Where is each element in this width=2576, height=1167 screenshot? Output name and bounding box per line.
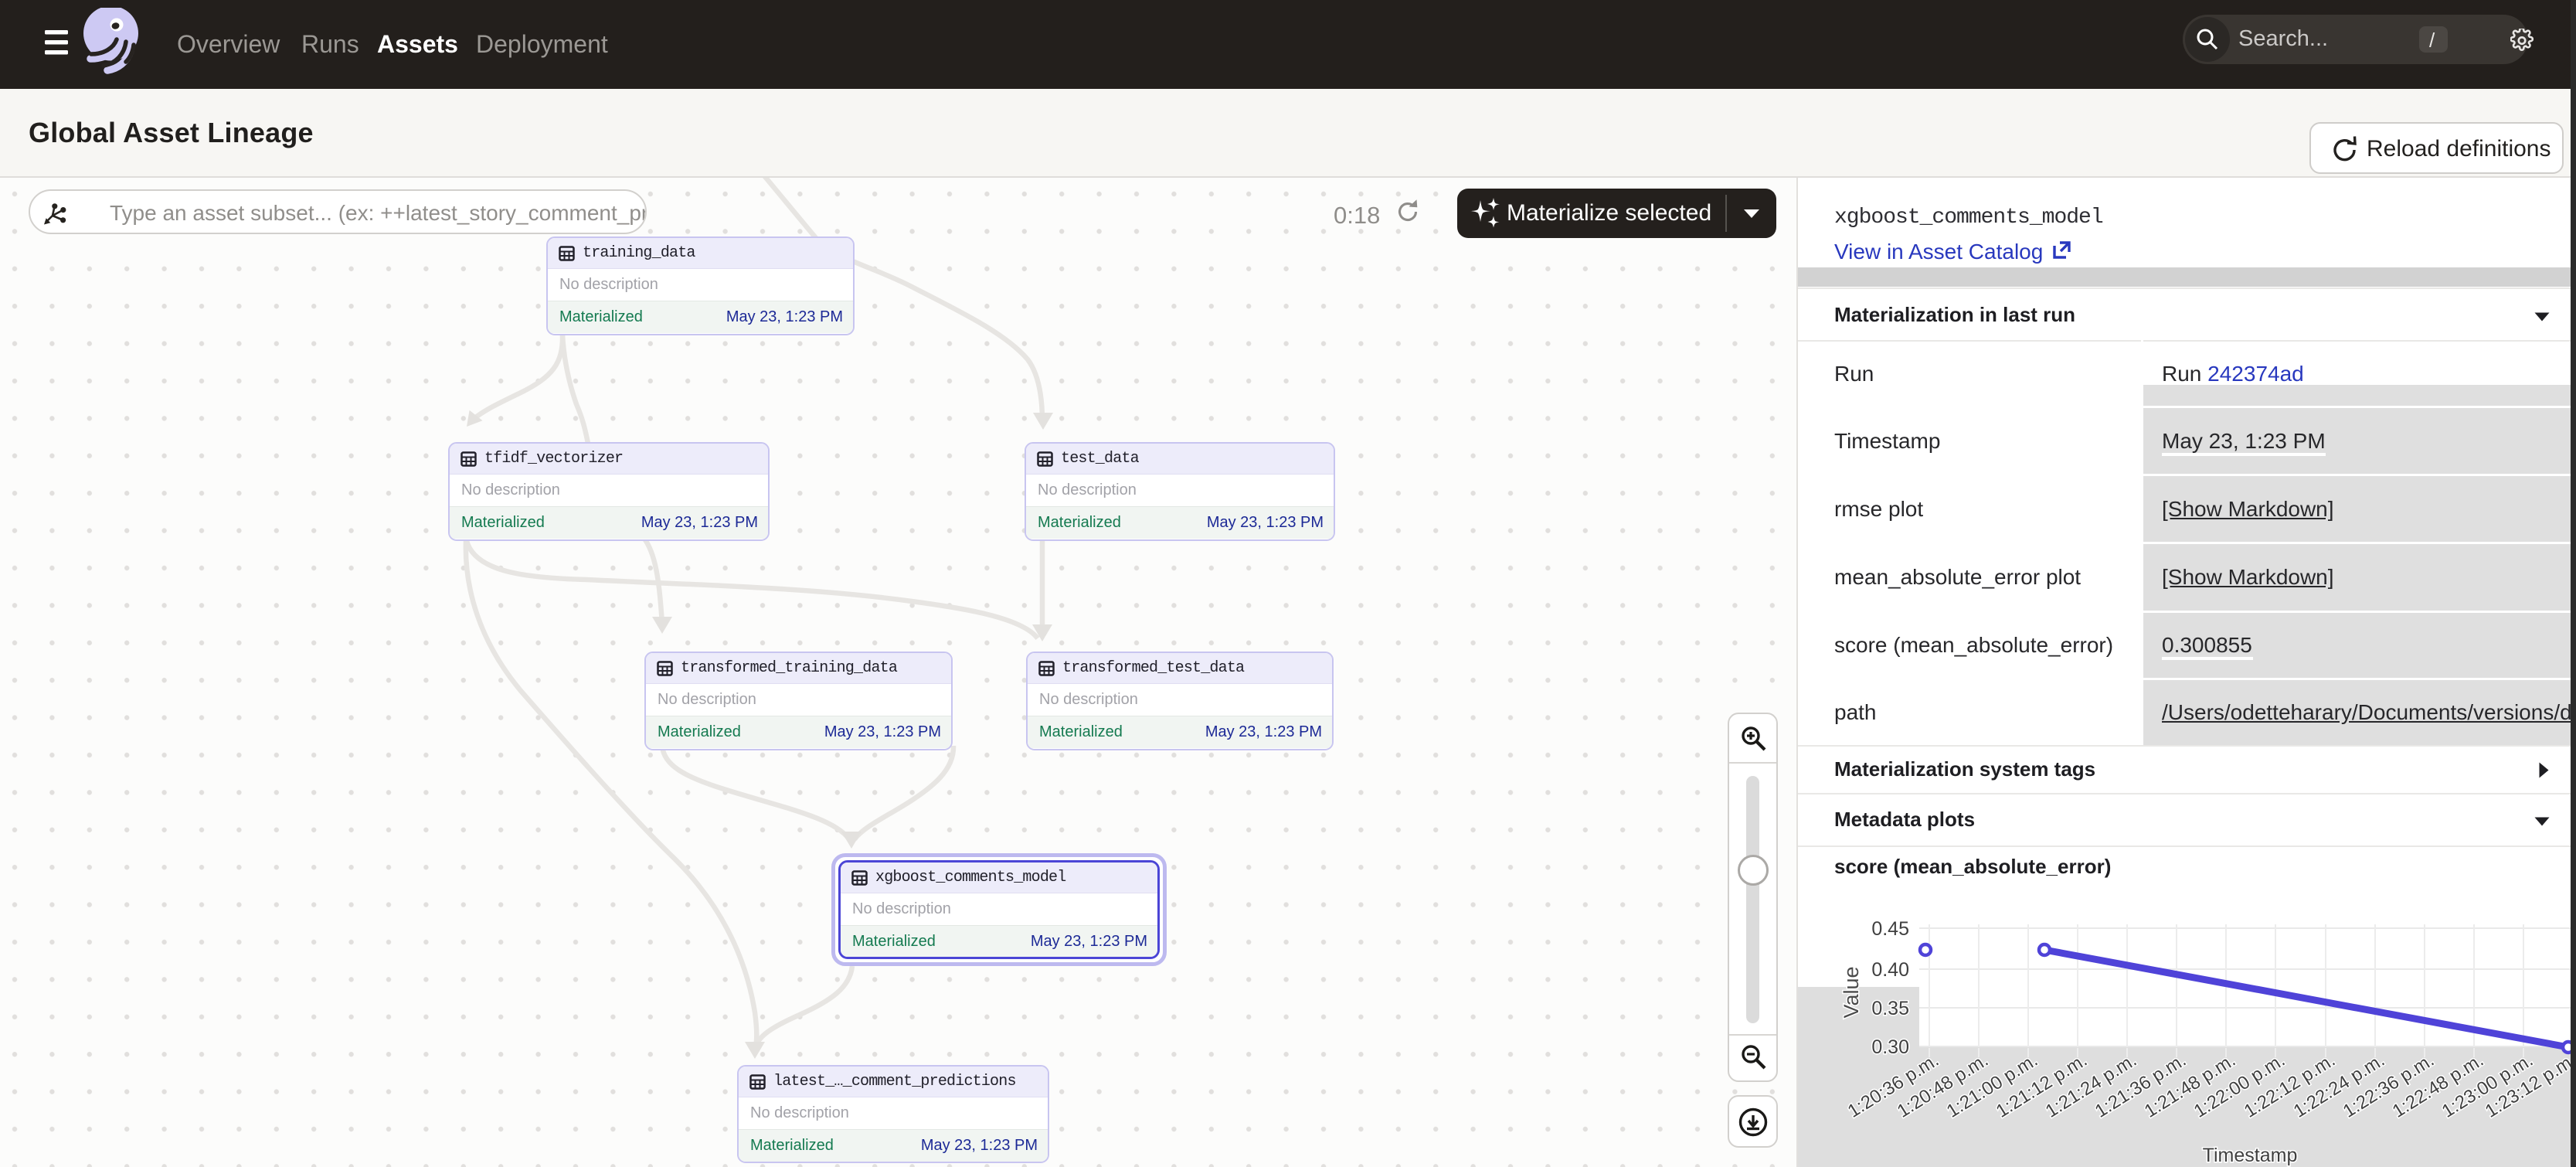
svg-text:0.45: 0.45: [1871, 918, 1909, 940]
svg-text:Value: Value: [1840, 966, 1863, 1018]
svg-text:0.30: 0.30: [1871, 1036, 1909, 1058]
svg-text:Timestamp: Timestamp: [2203, 1145, 2298, 1166]
svg-text:0.35: 0.35: [1871, 998, 1909, 1019]
svg-text:0.40: 0.40: [1871, 959, 1909, 981]
